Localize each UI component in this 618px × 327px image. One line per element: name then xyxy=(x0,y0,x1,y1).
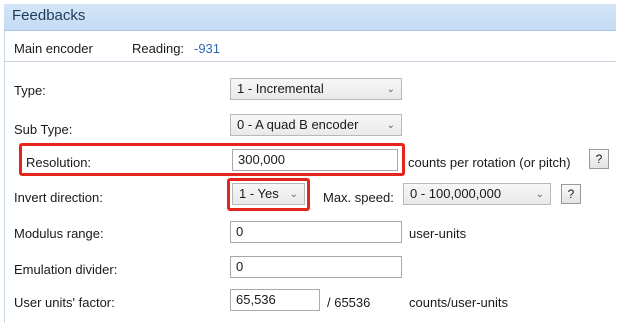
user-units-factor-input[interactable]: 65,536 xyxy=(230,289,320,311)
resolution-highlight xyxy=(19,143,405,176)
emulation-divider-value: 0 xyxy=(236,259,244,274)
invert-direction-highlight xyxy=(227,178,310,211)
emulation-divider-input[interactable]: 0 xyxy=(230,256,402,278)
reading-label: Reading: xyxy=(132,41,185,56)
max-speed-value: 0 - 100,000,000 xyxy=(410,186,502,201)
encoder-name: Main encoder xyxy=(14,41,93,56)
window-title: Feedbacks xyxy=(12,7,86,24)
sub-type-value: 0 - A quad B encoder xyxy=(237,117,359,132)
feedbacks-panel xyxy=(4,31,617,323)
resolution-help-button[interactable]: ? xyxy=(589,149,609,169)
type-dropdown[interactable]: 1 - Incremental ⌄ xyxy=(230,78,402,100)
reading-value: -931 xyxy=(194,41,221,56)
encoder-header xyxy=(4,31,616,62)
modulus-range-unit: user-units xyxy=(409,226,467,241)
modulus-range-input[interactable]: 0 xyxy=(230,221,402,243)
max-speed-dropdown[interactable]: 0 - 100,000,000 ⌄ xyxy=(403,183,551,205)
user-units-unit: counts/user-units xyxy=(409,295,508,310)
chevron-down-icon: ⌄ xyxy=(535,189,544,200)
user-units-divisor: / 65536 xyxy=(327,295,371,310)
chevron-down-icon: ⌄ xyxy=(386,84,395,95)
window-title-bar: Feedbacks xyxy=(4,4,616,31)
modulus-range-label: Modulus range: xyxy=(14,226,104,241)
max-speed-label: Max. speed: xyxy=(323,190,394,205)
type-label: Type: xyxy=(14,83,46,98)
modulus-range-value: 0 xyxy=(236,224,244,239)
type-value: 1 - Incremental xyxy=(237,81,324,96)
user-units-factor-label: User units' factor: xyxy=(14,295,115,310)
emulation-divider-label: Emulation divider: xyxy=(14,262,118,277)
resolution-unit: counts per rotation (or pitch) xyxy=(408,155,571,170)
user-units-factor-value: 65,536 xyxy=(236,292,276,307)
sub-type-label: Sub Type: xyxy=(14,122,73,137)
invert-direction-label: Invert direction: xyxy=(14,190,103,205)
sub-type-dropdown[interactable]: 0 - A quad B encoder ⌄ xyxy=(230,114,402,136)
max-speed-help-button[interactable]: ? xyxy=(561,184,581,204)
chevron-down-icon: ⌄ xyxy=(386,120,395,131)
